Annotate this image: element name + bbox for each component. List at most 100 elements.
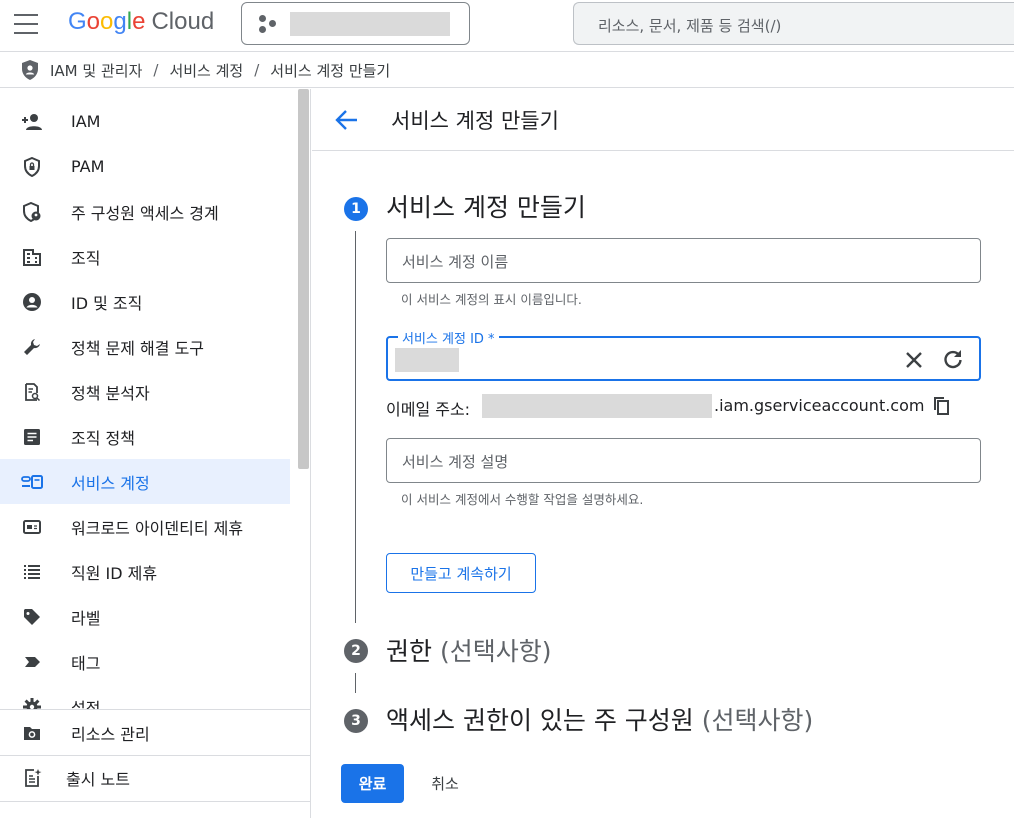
step-1-title-text: 서비스 계정 만들기 — [386, 193, 586, 222]
gear-icon — [21, 696, 43, 709]
search-input[interactable]: 리소스, 문서, 제품 등 검색(/) — [573, 2, 1014, 45]
shield-lock-icon — [21, 156, 43, 178]
hamburger-menu-icon[interactable] — [14, 14, 38, 34]
copy-icon[interactable] — [932, 395, 952, 417]
document-list-icon — [21, 426, 43, 448]
sidebar-nav: IAM PAM 주 구성원 액세스 경계 조직 ID 및 조직 정책 문제 해결… — [0, 89, 296, 709]
page-title: 서비스 계정 만들기 — [391, 109, 559, 133]
sidebar-item-iam[interactable]: IAM — [0, 99, 290, 144]
sidebar-item-workforce-identity-federation[interactable]: 직원 ID 제휴 — [0, 549, 290, 594]
sidebar-item-label: 직원 ID 제휴 — [71, 563, 158, 583]
step-2-optional: (선택사항) — [439, 637, 552, 666]
service-account-name-field[interactable]: 서비스 계정 이름 — [386, 238, 981, 283]
step-1-title: 서비스 계정 만들기 — [386, 188, 586, 224]
id-card-icon — [21, 516, 43, 538]
email-redacted — [482, 394, 712, 418]
description-hint: 이 서비스 계정에서 수행할 작업을 설명하세요. — [401, 492, 644, 507]
step-3-title[interactable]: 액세스 권한이 있는 주 구성원 (선택사항) — [386, 701, 813, 737]
create-and-continue-button[interactable]: 만들고 계속하기 — [386, 553, 536, 593]
sidebar-item-label: 출시 노트 — [66, 769, 130, 789]
sidebar-item-release-notes[interactable]: 출시 노트 — [0, 755, 310, 800]
folder-gear-icon — [21, 722, 43, 744]
breadcrumb-service-accounts[interactable]: 서비스 계정 — [169, 60, 243, 81]
project-name-redacted — [290, 12, 450, 36]
label-tag-icon — [21, 606, 43, 628]
sidebar-item-organization[interactable]: 조직 — [0, 234, 290, 279]
sidebar-item-principal-access-boundary[interactable]: 주 구성원 액세스 경계 — [0, 189, 290, 234]
sidebar-item-label: 조직 정책 — [71, 428, 135, 448]
sidebar-item-label: 설정 — [71, 698, 101, 710]
service-account-description-field[interactable]: 서비스 계정 설명 — [386, 438, 981, 483]
account-circle-icon — [21, 291, 43, 313]
google-cloud-logo[interactable]: Google Cloud — [68, 8, 214, 36]
sidebar-item-settings[interactable]: 설정 — [0, 684, 290, 709]
sidebar-item-policy-troubleshooter[interactable]: 정책 문제 해결 도구 — [0, 324, 290, 369]
step-connector-line — [355, 231, 356, 623]
sidebar-item-workload-identity-federation[interactable]: 워크로드 아이덴티티 제휴 — [0, 504, 290, 549]
sidebar-item-label: 태그 — [71, 653, 101, 673]
sidebar: IAM PAM 주 구성원 액세스 경계 조직 ID 및 조직 정책 문제 해결… — [0, 89, 311, 818]
name-hint: 이 서비스 계정의 표시 이름입니다. — [401, 292, 582, 307]
release-notes-icon — [21, 767, 43, 789]
name-placeholder: 서비스 계정 이름 — [402, 253, 509, 271]
page-header: 서비스 계정 만들기 — [312, 89, 1014, 151]
sidebar-bottom: 리소스 관리 출시 노트 — [0, 709, 310, 802]
breadcrumb-create-service-account: 서비스 계정 만들기 — [270, 61, 391, 80]
service-account-id-field[interactable]: 서비스 계정 ID * — [386, 328, 981, 381]
back-arrow-icon[interactable] — [334, 107, 360, 133]
logo-cloud: Cloud — [151, 8, 215, 35]
step-connector-line — [355, 673, 356, 693]
project-dots-icon — [259, 15, 279, 35]
step-2-badge: 2 — [344, 639, 368, 663]
step-3-optional: (선택사항) — [701, 706, 814, 735]
main-content: 서비스 계정 만들기 1 서비스 계정 만들기 서비스 계정 이름 이 서비스 … — [312, 89, 1014, 818]
breadcrumb-separator: / — [153, 61, 159, 79]
service-account-icon — [21, 471, 43, 493]
sidebar-item-identity-organization[interactable]: ID 및 조직 — [0, 279, 290, 324]
building-icon — [21, 246, 43, 268]
sidebar-divider — [0, 801, 310, 802]
project-picker[interactable] — [241, 2, 470, 45]
cancel-button[interactable]: 취소 — [416, 764, 474, 803]
sidebar-item-label: 워크로드 아이덴티티 제휴 — [71, 518, 244, 538]
sidebar-item-label: 정책 분석자 — [71, 383, 150, 403]
step-2-title[interactable]: 권한 (선택사항) — [386, 632, 551, 668]
breadcrumb: IAM 및 관리자 / 서비스 계정 / 서비스 계정 만들기 — [0, 53, 1014, 88]
sidebar-item-policy-analyzer[interactable]: 정책 분석자 — [0, 369, 290, 414]
sidebar-scrollbar[interactable] — [298, 89, 309, 469]
refresh-icon[interactable] — [942, 348, 964, 370]
step-3-badge: 3 — [344, 709, 368, 733]
step-3-title-text: 액세스 권한이 있는 주 구성원 — [386, 706, 694, 735]
email-label: 이메일 주소: — [386, 400, 471, 419]
email-domain: .iam.gserviceaccount.com — [714, 396, 925, 415]
sidebar-item-label: 정책 문제 해결 도구 — [71, 338, 205, 358]
email-address-row: 이메일 주소: .iam.gserviceaccount.com — [386, 393, 986, 419]
top-bar: Google Cloud 리소스, 문서, 제품 등 검색(/) — [0, 0, 1014, 52]
sidebar-item-tags[interactable]: 태그 — [0, 639, 290, 684]
sidebar-item-label: 주 구성원 액세스 경계 — [71, 203, 219, 223]
sidebar-item-service-accounts[interactable]: 서비스 계정 — [0, 459, 290, 504]
id-field-label: 서비스 계정 ID * — [398, 328, 499, 347]
breadcrumb-iam-admin[interactable]: IAM 및 관리자 — [50, 60, 142, 81]
description-placeholder: 서비스 계정 설명 — [402, 453, 509, 471]
done-button[interactable]: 완료 — [341, 764, 404, 803]
sidebar-item-label: 리소스 관리 — [71, 724, 150, 744]
sidebar-item-label: 조직 — [71, 248, 101, 268]
sidebar-item-label: 서비스 계정 — [71, 473, 150, 493]
breadcrumb-separator: / — [254, 61, 260, 79]
sidebar-item-label: ID 및 조직 — [71, 293, 143, 313]
close-icon[interactable] — [903, 349, 925, 371]
step-2-title-text: 권한 — [386, 637, 433, 666]
sidebar-item-labels[interactable]: 라벨 — [0, 594, 290, 639]
iam-shield-icon — [22, 60, 38, 80]
sidebar-item-label: 라벨 — [71, 608, 101, 628]
search-placeholder: 리소스, 문서, 제품 등 검색(/) — [598, 17, 782, 35]
sidebar-item-resource-management[interactable]: 리소스 관리 — [0, 710, 310, 755]
policy-search-icon — [21, 381, 43, 403]
sidebar-item-pam[interactable]: PAM — [0, 144, 290, 189]
chevron-tag-icon — [21, 651, 43, 673]
step-1-badge: 1 — [344, 197, 368, 221]
sidebar-item-label: IAM — [71, 112, 101, 131]
sidebar-item-organization-policies[interactable]: 조직 정책 — [0, 414, 290, 459]
shield-person-icon — [21, 201, 43, 223]
